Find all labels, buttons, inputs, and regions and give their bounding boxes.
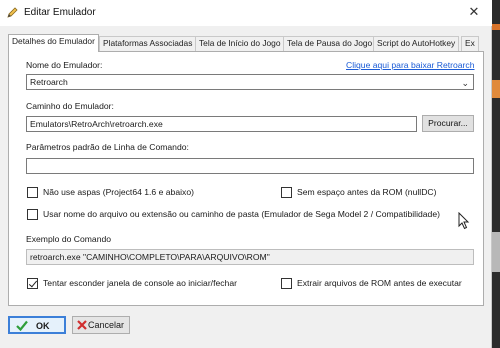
extract-roms-label: Extrair arquivos de ROM antes de executa… <box>297 278 462 288</box>
command-params-input[interactable] <box>26 158 474 174</box>
cancel-button[interactable]: Cancelar <box>72 316 130 334</box>
tab-emulator-details[interactable]: Detalhes do Emulador <box>8 34 99 52</box>
tab-autohotkey-script[interactable]: Script do AutoHotkey <box>373 36 460 51</box>
cancel-label: Cancelar <box>88 320 125 330</box>
command-params-label: Parâmetros padrão de Linha de Comando: <box>26 142 189 152</box>
background-strip-accent-1 <box>492 24 500 30</box>
download-retroarch-link[interactable]: Clique aqui para baixar Retroarch <box>346 60 475 70</box>
ok-label: OK <box>36 321 50 331</box>
text-cursor-icon <box>458 212 470 230</box>
emulator-name-label: Nome do Emulador: <box>26 60 103 70</box>
extract-roms-checkbox[interactable] <box>281 278 292 289</box>
tab-extra[interactable]: Ex <box>461 36 479 51</box>
details-panel: Nome do Emulador: Clique aqui para baixa… <box>8 51 484 306</box>
no-quotes-checkbox[interactable] <box>27 187 38 198</box>
command-example-label: Exemplo do Comando <box>26 234 112 244</box>
emulator-name-combo[interactable]: Retroarch ⌄ <box>26 74 474 90</box>
tab-game-startup-screen[interactable]: Tela de Início do Jogo <box>195 36 285 51</box>
pencil-icon <box>7 7 18 18</box>
emulator-path-input[interactable]: Emulators\RetroArch\retroarch.exe <box>26 116 417 132</box>
no-space-checkbox[interactable] <box>281 187 292 198</box>
hide-console-checkbox[interactable] <box>27 278 38 289</box>
background-strip-accent-3 <box>492 232 500 272</box>
tab-game-pause-screen[interactable]: Tela de Pausa do Jogo <box>283 36 377 51</box>
tab-associated-platforms[interactable]: Plataformas Associadas <box>99 36 197 51</box>
chevron-down-icon[interactable]: ⌄ <box>461 76 469 89</box>
browse-button[interactable]: Procurar... <box>422 115 474 132</box>
edit-emulator-dialog: Editar Emulador ✕ Detalhes do Emulador P… <box>0 0 492 348</box>
ok-button[interactable]: OK <box>8 316 66 334</box>
use-filename-checkbox[interactable] <box>27 209 38 220</box>
background-app-strip <box>492 0 500 348</box>
emulator-name-value: Retroarch <box>30 77 68 87</box>
emulator-path-label: Caminho do Emulador: <box>26 101 114 111</box>
title-bar: Editar Emulador ✕ <box>0 0 492 26</box>
use-filename-label: Usar nome do arquivo ou extensão ou cami… <box>43 209 440 219</box>
close-icon[interactable]: ✕ <box>462 3 486 21</box>
background-strip-accent-2 <box>492 80 500 98</box>
no-quotes-label: Não use aspas (Project64 1.6 e abaixo) <box>43 187 194 197</box>
command-example-field: retroarch.exe "CAMINHO\COMPLETO\PARA\ARQ… <box>26 249 474 265</box>
window-title: Editar Emulador <box>24 7 96 18</box>
no-space-label: Sem espaço antes da ROM (nullDC) <box>297 187 437 197</box>
check-icon <box>16 320 28 331</box>
cancel-x-icon <box>77 320 87 330</box>
hide-console-label: Tentar esconder janela de console ao ini… <box>43 278 237 288</box>
